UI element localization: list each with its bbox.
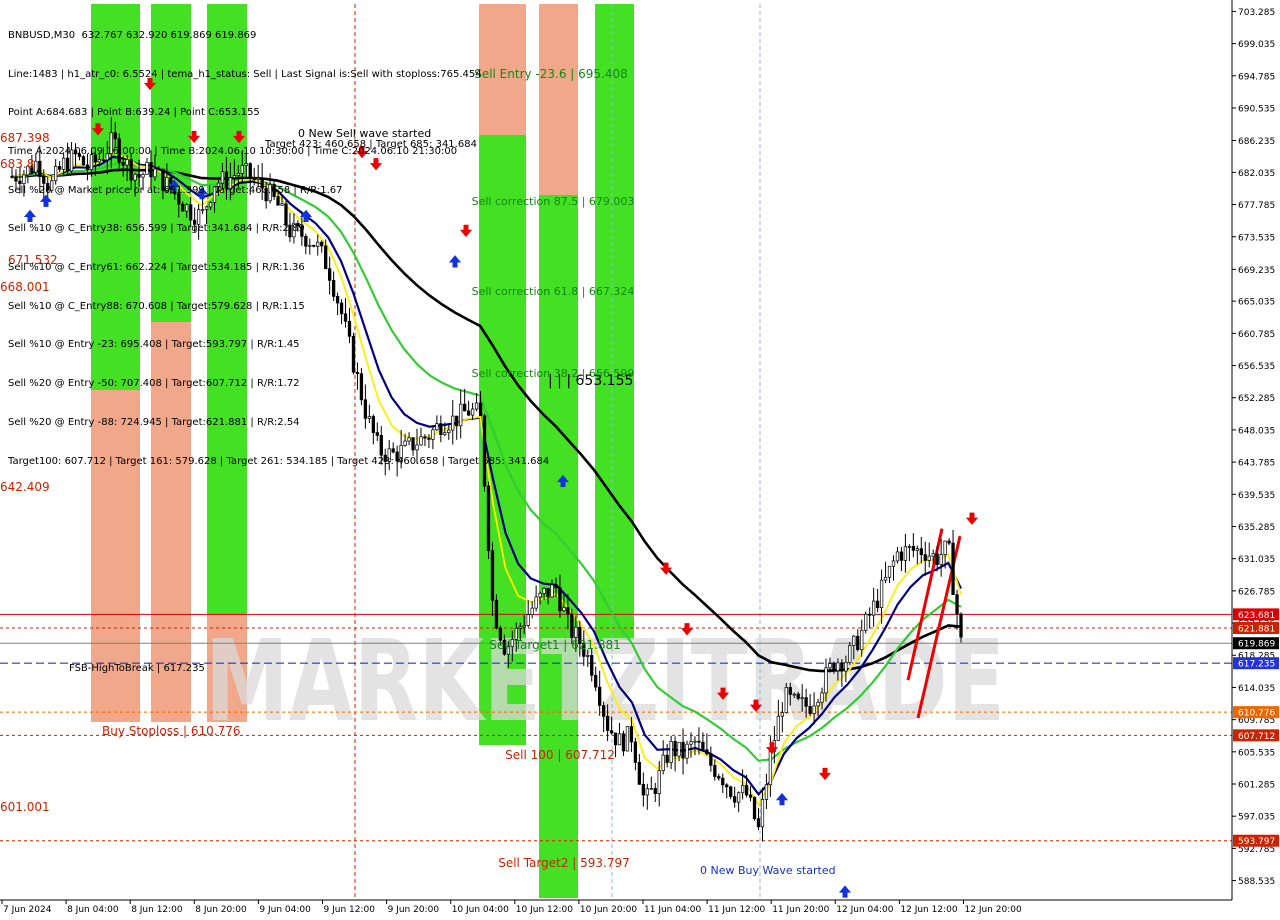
info-line: Sell %10 @ C_Entry38: 656.599 | Target:3… (8, 223, 305, 235)
info-line: Sell %10 @ Entry -23: 695.408 | Target:5… (8, 339, 300, 351)
symbol-line: BNBUSD,M30 632.767 632.920 619.869 619.8… (8, 29, 257, 41)
candle (848, 641, 852, 665)
info-line: Sell %20 @ Market price or at: 651.399 |… (8, 184, 343, 196)
y-tick-label: 635.285 (1238, 523, 1275, 533)
info-line: Sell %10 @ C_Entry61: 662.224 | Target:5… (8, 262, 305, 274)
x-tick-label: 12 Jun 12:00 (900, 905, 957, 915)
price-badge-label: 619.869 (1238, 640, 1275, 650)
price-badge-label: 621.881 (1238, 625, 1275, 635)
candle (784, 682, 788, 714)
y-tick-label: 669.235 (1238, 266, 1275, 276)
y-tick-label: 673.535 (1238, 233, 1275, 243)
level-label: Buy Stoploss | 610.776 (102, 724, 241, 738)
y-tick-label: 614.035 (1238, 684, 1275, 694)
x-tick-label: 11 Jun 04:00 (644, 905, 701, 915)
level-label: FSB-HighToBreak | 617.235 (69, 663, 205, 674)
point-annotation: | | | 653.155 (548, 373, 633, 389)
y-tick-label: 639.535 (1238, 491, 1275, 501)
y-tick-label: 677.785 (1238, 201, 1275, 211)
y-tick-label: 597.035 (1238, 813, 1275, 823)
info-line: Time A:2024.06.09 16:00:00 | Time B:2024… (8, 145, 458, 157)
info-line: Sell %10 @ C_Entry88: 670.608 | Target:5… (8, 300, 305, 312)
x-tick-label: 9 Jun 04:00 (259, 905, 311, 915)
y-tick-label: 601.285 (1238, 781, 1275, 791)
x-tick-label: 12 Jun 04:00 (836, 905, 893, 915)
y-tick-label: 652.285 (1238, 394, 1275, 404)
x-tick-label: 10 Jun 04:00 (452, 905, 509, 915)
info-line: Sell %20 @ Entry -50: 707.408 | Target:6… (8, 378, 300, 390)
x-tick-label: 8 Jun 12:00 (131, 905, 183, 915)
y-tick-label: 703.285 (1238, 8, 1275, 18)
info-line: Point A:684.683 | Point B:639.24 | Point… (8, 107, 260, 119)
info-line: Line:1483 | h1_atr_c0: 6.5524 | tema_h1_… (8, 68, 482, 80)
time-axis-panel (0, 900, 1280, 920)
y-tick-label: 656.535 (1238, 362, 1275, 372)
wave-annotation: 0 New Buy Wave started (700, 864, 836, 877)
x-tick-label: 8 Jun 04:00 (67, 905, 119, 915)
price-badge-label: 623.681 (1238, 611, 1275, 621)
candle (625, 726, 630, 752)
y-tick-label: 694.785 (1238, 72, 1275, 82)
x-tick-label: 11 Jun 20:00 (772, 905, 829, 915)
x-tick-label: 10 Jun 12:00 (516, 905, 573, 915)
x-tick-label: 9 Jun 12:00 (324, 905, 376, 915)
x-tick-label: 12 Jun 20:00 (965, 905, 1022, 915)
y-tick-label: 588.535 (1238, 877, 1275, 887)
edge-price-label: 642.409 (0, 480, 50, 494)
info-line: Sell %20 @ Entry -88: 724.945 | Target:6… (8, 416, 300, 428)
y-tick-label: 665.035 (1238, 298, 1275, 308)
chart-info-panel: BNBUSD,M30 632.767 632.920 619.869 619.8… (8, 4, 549, 481)
y-tick-label: 626.785 (1238, 587, 1275, 597)
y-tick-label: 648.035 (1238, 426, 1275, 436)
y-tick-label: 643.785 (1238, 459, 1275, 469)
x-tick-label: 8 Jun 20:00 (195, 905, 247, 915)
edge-price-label: 601.001 (0, 800, 50, 814)
level-label: Sell Target1 | 621.881 (489, 638, 621, 652)
x-tick-label: 7 Jun 2024 (3, 905, 52, 915)
y-tick-label: 605.535 (1238, 748, 1275, 758)
y-tick-label: 686.235 (1238, 137, 1275, 147)
candle (864, 611, 868, 634)
price-badge-label: 607.712 (1238, 732, 1275, 742)
level-label: Sell 100 | 607.712 (505, 748, 615, 762)
watermark: MARKETZITRADE (205, 617, 1005, 747)
info-line: Target100: 607.712 | Target 161: 579.628… (8, 455, 550, 467)
y-tick-label: 690.535 (1238, 104, 1275, 114)
price-badge-label: 610.776 (1238, 709, 1275, 719)
y-tick-label: 660.785 (1238, 330, 1275, 340)
price-badge-label: 617.235 (1238, 660, 1275, 670)
x-tick-label: 11 Jun 12:00 (708, 905, 765, 915)
price-badge-label: 593.797 (1238, 837, 1275, 847)
y-tick-label: 631.035 (1238, 555, 1275, 565)
candle (752, 796, 757, 821)
level-label: Sell Target2 | 593.797 (498, 856, 630, 870)
x-tick-label: 10 Jun 20:00 (580, 905, 637, 915)
x-tick-label: 9 Jun 20:00 (388, 905, 440, 915)
y-tick-label: 699.035 (1238, 40, 1275, 50)
y-tick-label: 682.035 (1238, 169, 1275, 179)
candle (486, 481, 491, 559)
signal-zone (595, 4, 634, 640)
